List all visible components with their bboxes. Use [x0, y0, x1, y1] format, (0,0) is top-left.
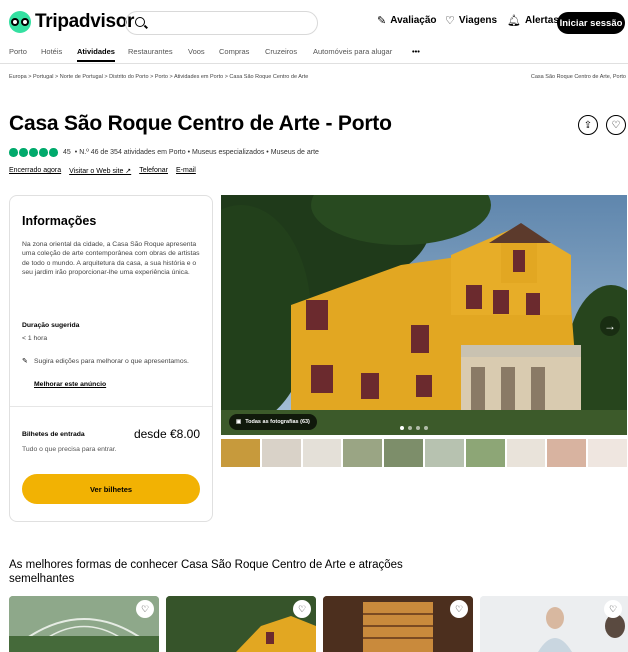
arrow-right-icon: → — [604, 319, 616, 333]
nav-car-rental[interactable]: Automóveis para alugar — [313, 47, 392, 56]
photo-thumbnails — [221, 439, 627, 467]
nav-restaurants[interactable]: Restaurantes — [128, 47, 173, 56]
heart-icon: ♡ — [140, 603, 150, 614]
category-nav: Porto Hotéis Atividades Restaurantes Voo… — [0, 44, 628, 64]
thumbnail[interactable] — [465, 439, 505, 467]
all-photos-label: Todas as fotografias (63) — [245, 419, 310, 425]
info-heading: Informações — [22, 214, 97, 228]
review-link[interactable]: ✎ Avaliação — [377, 14, 437, 27]
signin-button[interactable]: Iniciar sessão — [557, 12, 625, 34]
nav-activities[interactable]: Atividades — [77, 47, 115, 62]
breadcrumb[interactable]: Europa > Portugal > Norte de Portugal > … — [9, 74, 308, 80]
contact-links: Encerrado agora Visitar o Web site ↗ Tel… — [9, 167, 196, 175]
thumbnail[interactable] — [547, 439, 587, 467]
carousel-dot[interactable] — [408, 426, 412, 430]
trips-link[interactable]: ♡ Viagens — [445, 14, 497, 27]
suggest-text: Sugira edições para melhorar o que apres… — [34, 358, 189, 365]
section-title: As melhores formas de conhecer Casa São … — [9, 559, 403, 585]
carousel-dot[interactable] — [424, 426, 428, 430]
thumbnail[interactable] — [302, 439, 342, 467]
logo-text: Tripadvisor — [35, 11, 135, 32]
rank-text: • N.º 46 de 354 atividades em Porto • Mu… — [74, 148, 319, 156]
save-heart-button[interactable]: ♡ — [450, 600, 468, 618]
share-button[interactable]: ⇪ — [578, 115, 598, 135]
divider — [10, 406, 212, 407]
search-input[interactable] — [125, 11, 318, 35]
thumbnail[interactable] — [588, 439, 627, 467]
photo-icon: ▣ — [236, 419, 242, 425]
tickets-subtitle: Tudo o que precisa para entrar. — [22, 446, 117, 453]
save-button[interactable]: ♡ — [606, 115, 626, 135]
heart-icon: ♡ — [611, 119, 621, 131]
rating-bubble-icon — [39, 148, 48, 157]
all-photos-button[interactable]: ▣ Todas as fotografias (63) — [229, 414, 317, 430]
trips-link-label: Viagens — [458, 15, 498, 26]
tickets-price: desde €8.00 — [133, 427, 200, 441]
pencil-icon: ✎ — [377, 15, 387, 27]
bell-icon: 🔔︎ — [507, 15, 521, 27]
carousel-dot[interactable] — [416, 426, 420, 430]
suggest-edits: ✎ Sugira edições para melhorar o que apr… — [22, 357, 202, 366]
email-link[interactable]: E-mail — [176, 167, 196, 175]
main-photo[interactable] — [221, 195, 627, 435]
heart-icon: ♡ — [297, 603, 307, 614]
thumbnail[interactable] — [384, 439, 423, 467]
page-title: Casa São Roque Centro de Arte - Porto — [9, 112, 392, 135]
thumbnail[interactable] — [343, 439, 383, 467]
more-icon[interactable]: ••• — [412, 47, 420, 56]
heart-icon: ♡ — [608, 603, 618, 614]
heart-icon: ♡ — [445, 15, 455, 27]
website-link[interactable]: Visitar o Web site ↗ — [69, 167, 131, 175]
info-description: Na zona oriental da cidade, a Casa São R… — [22, 241, 200, 276]
rating-bubble-icon — [49, 148, 58, 157]
duration-label: Duração sugerida — [22, 322, 80, 329]
carousel-dot[interactable] — [400, 426, 404, 430]
save-heart-button[interactable]: ♡ — [136, 600, 154, 618]
next-photo-button[interactable]: → — [600, 316, 620, 336]
house-photo — [221, 195, 627, 435]
nav-cruises[interactable]: Cruzeiros — [265, 47, 297, 56]
carousel-dots — [400, 426, 428, 430]
phone-link[interactable]: Telefonar — [139, 167, 168, 175]
improve-listing-link[interactable]: Melhorar este anúncio — [34, 381, 106, 388]
nav-flights[interactable]: Voos — [188, 47, 205, 56]
thumbnail[interactable] — [221, 439, 260, 467]
rating-bubble-icon — [29, 148, 38, 157]
nav-shopping[interactable]: Compras — [219, 47, 249, 56]
thumbnail[interactable] — [506, 439, 546, 467]
owl-logo-icon — [9, 11, 31, 33]
pencil-icon: ✎ — [22, 358, 28, 365]
alerts-link-label: Alertas — [524, 15, 559, 26]
rating-bubble-icon — [9, 148, 18, 157]
info-card: Informações Na zona oriental da cidade, … — [9, 195, 213, 522]
view-tickets-button[interactable]: Ver bilhetes — [22, 474, 200, 504]
duration-value: < 1 hora — [22, 335, 48, 342]
open-status[interactable]: Encerrado agora — [9, 167, 61, 175]
tickets-label: Bilhetes de entrada — [22, 431, 85, 438]
nav-hotels[interactable]: Hotéis — [41, 47, 62, 56]
review-count[interactable]: 45 — [63, 149, 71, 156]
thumbnail[interactable] — [261, 439, 301, 467]
rating-row: 45 • N.º 46 de 354 atividades em Porto •… — [9, 148, 319, 157]
tripadvisor-logo[interactable]: Tripadvisor — [9, 10, 134, 34]
nav-porto[interactable]: Porto — [9, 47, 27, 56]
save-heart-button[interactable]: ♡ — [604, 600, 622, 618]
search-icon — [135, 17, 145, 27]
thumbnail[interactable] — [424, 439, 464, 467]
breadcrumb-location: Casa São Roque Centro de Arte, Porto — [530, 74, 626, 80]
share-icon: ⇪ — [583, 119, 593, 131]
save-heart-button[interactable]: ♡ — [293, 600, 311, 618]
heart-icon: ♡ — [454, 603, 464, 614]
top-bar: Tripadvisor ✎ Avaliação ♡ Viagens 🔔︎ Ale… — [0, 0, 628, 44]
review-link-label: Avaliação — [390, 15, 437, 26]
rating-bubble-icon — [19, 148, 28, 157]
alerts-link[interactable]: 🔔︎ Alertas — [507, 14, 559, 27]
